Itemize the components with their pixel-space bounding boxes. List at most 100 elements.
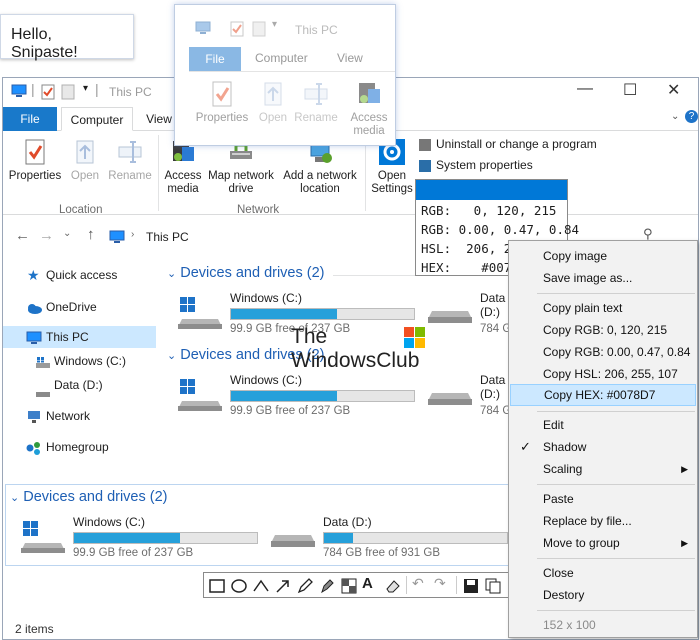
navigation-pane: ★ Quick access OneDrive This PC Windows … bbox=[3, 254, 158, 479]
marker-tool-icon[interactable] bbox=[318, 577, 336, 595]
save-icon[interactable] bbox=[462, 577, 480, 595]
menu-copy-plain-text[interactable]: Copy plain text bbox=[510, 297, 696, 319]
properties-button[interactable]: Properties bbox=[8, 137, 62, 183]
forward-icon[interactable]: → bbox=[39, 227, 54, 244]
properties-qa-icon bbox=[230, 21, 244, 40]
menu-destroy[interactable]: Destory bbox=[510, 584, 696, 606]
color-hex: HEX: #007 bbox=[421, 260, 512, 275]
menu-paste[interactable]: Paste bbox=[510, 488, 696, 510]
chevron-down-icon: ⌄ bbox=[10, 492, 20, 504]
drive-free-space: 784 G bbox=[480, 323, 512, 335]
tab-file[interactable]: File bbox=[3, 107, 57, 131]
minimize-button[interactable]: — bbox=[577, 80, 593, 98]
nav-network[interactable]: Network bbox=[3, 405, 156, 427]
drive-windows-c[interactable]: Windows (C:) 99.9 GB free of 237 GB bbox=[21, 515, 266, 561]
snip-access-media-label: Access media bbox=[350, 112, 388, 137]
text-tool-icon[interactable]: A bbox=[362, 575, 380, 593]
submenu-arrow-icon: ▶ bbox=[681, 538, 688, 548]
snipaste-hello-image[interactable]: Hello, Snipaste! bbox=[0, 14, 134, 61]
tab-view[interactable]: View bbox=[139, 107, 179, 131]
qa-dropdown-icon[interactable]: ▾ bbox=[83, 83, 88, 94]
nav-data-d-label: Data (D:) bbox=[54, 378, 103, 392]
nav-onedrive[interactable]: OneDrive bbox=[3, 296, 156, 318]
rename-icon bbox=[304, 83, 328, 105]
mosaic-tool-icon[interactable] bbox=[340, 577, 358, 595]
arrow-tool-icon[interactable] bbox=[274, 577, 292, 595]
menu-save-image[interactable]: Save image as... bbox=[510, 267, 696, 289]
ellipse-tool-icon[interactable] bbox=[230, 577, 248, 595]
drive-usage-bar bbox=[230, 390, 415, 402]
drive-data-d[interactable]: Data (D:) 784 G bbox=[428, 373, 518, 419]
checkmark-icon: ✓ bbox=[520, 439, 531, 454]
menu-copy-hex[interactable]: Copy HEX: #0078D7 bbox=[510, 384, 696, 406]
properties-label: Properties bbox=[8, 170, 62, 182]
menu-copy-image[interactable]: Copy image bbox=[510, 245, 696, 267]
drive-data-d[interactable]: Data (D:) 784 GB free of 931 GB bbox=[271, 515, 511, 561]
drive-usage-bar bbox=[230, 308, 415, 320]
eraser-tool-icon[interactable] bbox=[384, 577, 402, 595]
menu-move-to-group[interactable]: Move to group ▶ bbox=[510, 532, 696, 554]
chevron-down-icon: ⌄ bbox=[167, 268, 177, 280]
rename-button[interactable]: Rename bbox=[107, 137, 153, 183]
this-pc-icon bbox=[195, 21, 211, 38]
section-devices-drives[interactable]: ⌄ Devices and drives (2) bbox=[10, 489, 168, 505]
this-pc-icon bbox=[11, 84, 27, 101]
undo-icon[interactable]: ↶ bbox=[412, 575, 430, 593]
menu-scaling-label: Scaling bbox=[543, 462, 583, 476]
new-folder-qa-icon[interactable] bbox=[61, 84, 75, 103]
rectangle-tool-icon[interactable] bbox=[208, 577, 226, 595]
menu-shadow[interactable]: ✓ Shadow bbox=[510, 436, 696, 458]
ribbon-separator bbox=[158, 135, 159, 211]
windows-drive-icon bbox=[178, 379, 222, 411]
nav-quick-access[interactable]: ★ Quick access bbox=[3, 264, 156, 286]
nav-windows-c[interactable]: Windows (C:) bbox=[3, 350, 156, 372]
snip-open-button: Open bbox=[253, 79, 293, 125]
menu-copy-rgb[interactable]: Copy RGB: 0, 120, 215 bbox=[510, 319, 696, 341]
recent-locations-icon[interactable]: ⌄ bbox=[63, 228, 71, 239]
nav-data-d[interactable]: Data (D:) bbox=[3, 374, 156, 397]
menu-copy-hsl[interactable]: Copy HSL: 206, 255, 107 bbox=[510, 363, 696, 385]
maximize-button[interactable]: ☐ bbox=[623, 80, 637, 100]
tab-computer[interactable]: Computer bbox=[61, 107, 133, 131]
menu-shadow-label: Shadow bbox=[543, 440, 587, 454]
drive-icon bbox=[428, 393, 472, 405]
drive-free-space: 99.9 GB free of 237 GB bbox=[230, 405, 351, 417]
back-icon[interactable]: ← bbox=[15, 227, 30, 244]
windows-drive-icon bbox=[21, 521, 65, 553]
snip-rename-button: Rename bbox=[293, 79, 339, 125]
snip-tab-view: View bbox=[337, 51, 363, 65]
redo-icon[interactable]: ↷ bbox=[434, 575, 452, 593]
ribbon-expand-icon[interactable]: ⌄ bbox=[671, 111, 679, 122]
windows-drive-icon bbox=[36, 354, 50, 376]
drive-name: Data (D:) bbox=[323, 515, 372, 529]
polyline-tool-icon[interactable] bbox=[252, 577, 270, 595]
properties-qa-icon[interactable] bbox=[41, 84, 55, 103]
toolbar-separator bbox=[406, 576, 407, 594]
drive-data-d[interactable]: Data (D:) 784 G bbox=[428, 291, 518, 337]
menu-replace-by-file[interactable]: Replace by file... bbox=[510, 510, 696, 532]
drive-usage-fill bbox=[324, 533, 354, 543]
breadcrumb[interactable]: This PC bbox=[146, 230, 189, 244]
menu-edit[interactable]: Edit bbox=[510, 414, 696, 436]
open-button[interactable]: Open bbox=[65, 137, 105, 183]
section-devices-drives[interactable]: ⌄ Devices and drives (2) bbox=[167, 265, 325, 281]
nav-this-pc[interactable]: This PC bbox=[3, 326, 156, 348]
pencil-tool-icon[interactable] bbox=[296, 577, 314, 595]
this-pc-address-icon bbox=[109, 230, 125, 247]
this-pc-icon bbox=[26, 330, 42, 352]
snip-properties-button: Properties bbox=[195, 79, 249, 125]
menu-scaling[interactable]: Scaling ▶ bbox=[510, 458, 696, 480]
breadcrumb-chevron-icon[interactable]: › bbox=[131, 229, 134, 240]
drive-free-space: 784 GB free of 931 GB bbox=[323, 547, 440, 559]
snipaste-pinned-image[interactable]: ▾ This PC File Computer View Properties … bbox=[174, 4, 396, 146]
menu-close[interactable]: Close bbox=[510, 562, 696, 584]
drive-icon bbox=[36, 383, 50, 405]
copy-icon[interactable] bbox=[484, 577, 502, 595]
help-icon[interactable]: ? bbox=[685, 110, 698, 123]
up-icon[interactable]: ↑ bbox=[87, 226, 95, 243]
drive-windows-c[interactable]: Windows (C:) 99.9 GB free of 237 GB bbox=[178, 373, 423, 419]
close-button[interactable]: ✕ bbox=[667, 80, 680, 100]
ribbon-separator bbox=[365, 135, 366, 211]
nav-homegroup[interactable]: Homegroup bbox=[3, 436, 156, 458]
menu-copy-rgb-float[interactable]: Copy RGB: 0.00, 0.47, 0.84 bbox=[510, 341, 696, 363]
